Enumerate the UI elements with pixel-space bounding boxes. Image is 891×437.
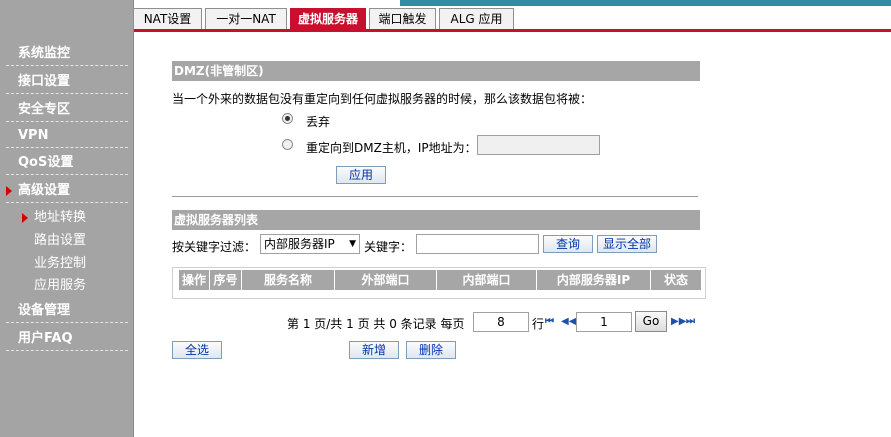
- dmz-section-title: DMZ(非管制区): [172, 61, 700, 81]
- per-page-input[interactable]: 8: [473, 312, 529, 332]
- sidebar-subitem-routing[interactable]: 路由设置: [18, 230, 128, 252]
- keyword-input[interactable]: [416, 234, 539, 254]
- sidebar-item-label: 高级设置: [18, 183, 71, 198]
- sidebar-item-label: 系统监控: [18, 46, 71, 61]
- sidebar-item-label: VPN: [18, 128, 49, 143]
- sidebar-item-label: 用户FAQ: [18, 331, 73, 346]
- filter-label: 按关键字过滤：: [172, 240, 257, 254]
- sidebar-subitem-nat[interactable]: 地址转换: [18, 207, 128, 229]
- filter-select[interactable]: 内部服务器IP ▼: [260, 234, 360, 254]
- tab-virtual-server[interactable]: 虚拟服务器: [290, 8, 366, 29]
- dmz-ip-field[interactable]: [477, 135, 600, 155]
- next-page-icon[interactable]: ▶▶: [671, 316, 686, 327]
- query-button[interactable]: 查询: [543, 235, 593, 253]
- sidebar-item-system-monitor[interactable]: 系统监控: [6, 42, 128, 66]
- select-all-button[interactable]: 全选: [172, 341, 222, 359]
- column-header-action: 操作: [179, 270, 210, 290]
- sidebar-item-user-faq[interactable]: 用户FAQ: [6, 327, 128, 351]
- active-arrow-icon: [22, 213, 28, 223]
- banner-accent: [400, 0, 891, 6]
- redirect-label: 重定向到DMZ主机，IP地址为：: [306, 141, 477, 155]
- section-divider: [172, 196, 698, 197]
- sidebar-item-interface[interactable]: 接口设置: [6, 70, 128, 94]
- sidebar-item-label: QoS设置: [18, 155, 74, 170]
- sidebar-subitem-label: 地址转换: [34, 210, 87, 225]
- tab-alg-application[interactable]: ALG 应用: [439, 8, 514, 29]
- column-header-status: 状态: [651, 270, 701, 290]
- column-header-service-name: 服务名称: [242, 270, 335, 290]
- sidebar-subitem-app-service[interactable]: 应用服务: [18, 275, 128, 297]
- page-number-input[interactable]: 1: [576, 312, 632, 332]
- tab-one-to-one-nat[interactable]: 一对一NAT: [205, 8, 287, 29]
- sidebar-item-advanced[interactable]: 高级设置: [6, 179, 128, 203]
- first-page-icon[interactable]: ⏮: [545, 316, 554, 327]
- apply-button[interactable]: 应用: [336, 166, 386, 184]
- last-page-icon[interactable]: ⏭: [686, 316, 695, 327]
- column-header-internal-port: 内部端口: [437, 270, 537, 290]
- sidebar-subitem-label: 应用服务: [34, 278, 87, 293]
- dmz-description: 当一个外来的数据包没有重定向到任何虚拟服务器的时候，那么该数据包将被：: [172, 92, 593, 106]
- vs-list-title: 虚拟服务器列表: [172, 210, 700, 230]
- go-button[interactable]: Go: [635, 311, 667, 332]
- sidebar-subitem-label: 路由设置: [34, 233, 87, 248]
- sidebar-item-vpn[interactable]: VPN: [6, 124, 128, 148]
- sidebar-subitem-business-control[interactable]: 业务控制: [18, 253, 128, 275]
- pagination-summary: 第 1 页/共 1 页 共 0 条记录 每页: [287, 317, 465, 331]
- add-button[interactable]: 新增: [349, 341, 399, 359]
- sidebar-item-security[interactable]: 安全专区: [6, 98, 128, 122]
- discard-radio[interactable]: [282, 113, 293, 124]
- tab-port-trigger[interactable]: 端口触发: [369, 8, 436, 29]
- sidebar-subitem-label: 业务控制: [34, 256, 87, 271]
- delete-button[interactable]: 删除: [406, 341, 456, 359]
- sidebar-item-label: 设备管理: [18, 303, 71, 318]
- redirect-radio[interactable]: [282, 139, 293, 150]
- sidebar-item-label: 接口设置: [18, 74, 71, 89]
- rows-label: 行: [532, 317, 545, 331]
- sidebar: 系统监控 接口设置 安全专区 VPN QoS设置 高级设置 地址转换 路由设置 …: [0, 0, 134, 437]
- sidebar-item-label: 安全专区: [18, 102, 71, 117]
- column-header-internal-server-ip: 内部服务器IP: [537, 270, 651, 290]
- keyword-label: 关键字：: [364, 240, 413, 254]
- sidebar-item-device-management[interactable]: 设备管理: [6, 299, 128, 323]
- column-header-index: 序号: [210, 270, 242, 290]
- tab-nat-settings[interactable]: NAT设置: [133, 8, 202, 29]
- prev-page-icon[interactable]: ◀◀: [561, 316, 576, 327]
- expanded-arrow-icon: [6, 186, 12, 196]
- discard-label: 丢弃: [306, 115, 331, 129]
- show-all-button[interactable]: 显示全部: [597, 235, 657, 253]
- column-header-external-port: 外部端口: [335, 270, 437, 290]
- chevron-down-icon: ▼: [349, 239, 356, 249]
- sidebar-item-qos[interactable]: QoS设置: [6, 151, 128, 175]
- filter-select-value: 内部服务器IP: [264, 237, 335, 251]
